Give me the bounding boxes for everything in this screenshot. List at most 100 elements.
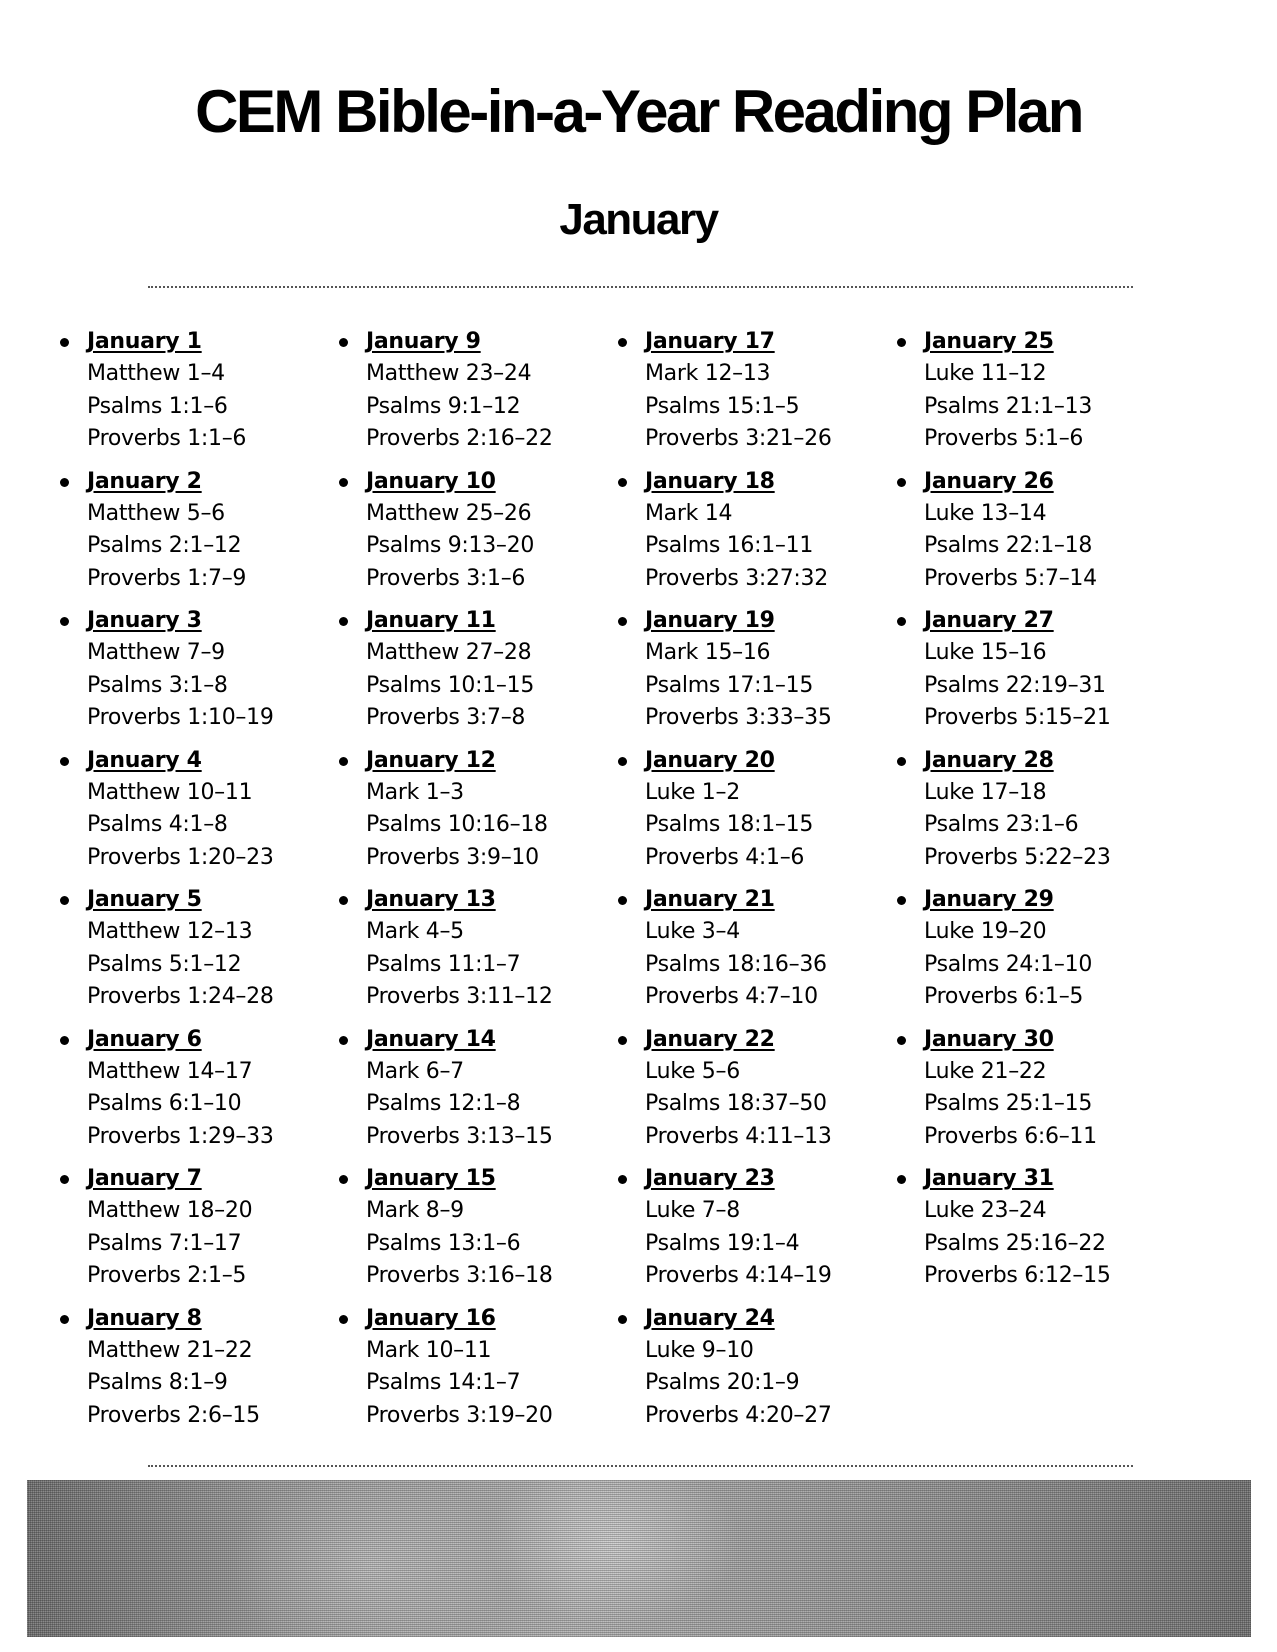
reading-passage: Psalms 7:1–17 [87, 1230, 242, 1256]
reading-passage: Proverbs 1:24–28 [87, 984, 274, 1009]
day-link[interactable]: January 23 [645, 1163, 896, 1195]
reading-passage: Matthew 12–13 [87, 919, 253, 944]
reading-passage: Luke 21–22 [924, 1058, 1047, 1084]
bullet-icon [339, 896, 348, 905]
day-entry: January 27 Luke 15–16 Psalms 22:19–31 Prove… [895, 605, 1175, 736]
day-link[interactable]: January 24 [645, 1303, 896, 1335]
day-link[interactable]: January 18 [645, 466, 896, 498]
reading-passage: Psalms 10:1–15 [366, 672, 535, 698]
reading-passage: Psalms 4:1–8 [87, 812, 228, 837]
day-link[interactable]: January 11 [366, 605, 617, 637]
reading-passage: Matthew 18–20 [87, 1198, 253, 1223]
reading-passage: Psalms 9:1–12 [366, 393, 521, 419]
day-link[interactable]: January 12 [366, 745, 617, 777]
reading-passage: Proverbs 6:12–15 [924, 1263, 1111, 1288]
reading-passage: Proverbs 3:19–20 [366, 1402, 553, 1428]
day-entry: January 13 Mark 4–5 Psalms 11:1–7 Proverbs … [337, 884, 617, 1015]
day-link[interactable]: January 7 [87, 1163, 338, 1195]
day-link[interactable]: January 3 [87, 605, 338, 637]
reading-passage: Psalms 22:19–31 [924, 672, 1106, 698]
reading-passage: Proverbs 5:1–6 [924, 426, 1084, 451]
reading-passage: Matthew 25–26 [366, 500, 532, 526]
bullet-icon [60, 1035, 69, 1045]
day-link[interactable]: January 4 [87, 745, 338, 777]
day-link[interactable]: January 26 [924, 466, 1175, 498]
reading-passage: Psalms 23:1–6 [924, 812, 1079, 837]
day-link[interactable]: January 15 [366, 1163, 617, 1195]
day-link[interactable]: January 5 [87, 884, 338, 916]
bullet-icon [339, 617, 348, 626]
reading-passage: Psalms 18:1–15 [645, 812, 814, 837]
day-link[interactable]: January 17 [645, 326, 896, 358]
reading-passage: Mark 8–9 [366, 1198, 464, 1223]
day-link[interactable]: January 20 [645, 745, 896, 777]
day-entry: January 31 Luke 23–24 Psalms 25:16–22 Prove… [895, 1163, 1175, 1294]
day-link[interactable]: January 25 [924, 326, 1175, 358]
day-entry: January 4 Matthew 10–11 Psalms 4:1–8 Prover… [58, 745, 338, 876]
day-link[interactable]: January 22 [645, 1024, 896, 1056]
day-entry: January 22 Luke 5–6 Psalms 18:37–50 Proverb… [616, 1024, 896, 1155]
reading-passage: Psalms 2:1–12 [87, 533, 242, 558]
reading-passage: Matthew 27–28 [366, 640, 532, 665]
footer-banner-image [27, 1480, 1251, 1637]
day-link[interactable]: January 1 [87, 326, 338, 358]
bottom-divider [148, 1465, 1133, 1467]
day-link[interactable]: January 16 [366, 1303, 617, 1335]
reading-passage: Mark 6–7 [366, 1058, 464, 1084]
bullet-icon [618, 896, 627, 905]
day-link[interactable]: January 10 [366, 466, 617, 498]
day-link[interactable]: January 13 [366, 884, 617, 916]
day-link[interactable]: January 29 [924, 884, 1175, 916]
day-link[interactable]: January 19 [645, 605, 896, 637]
day-entry: January 20 Luke 1–2 Psalms 18:1–15 Proverbs… [616, 745, 896, 876]
bullet-icon [618, 1035, 627, 1045]
day-link[interactable]: January 30 [924, 1024, 1175, 1056]
reading-passage: Proverbs 4:7–10 [645, 984, 818, 1009]
day-entry: January 11 Matthew 27–28 Psalms 10:1–15 Pro… [337, 605, 617, 736]
reading-passage: Luke 13–14 [924, 500, 1047, 526]
day-entry: January 23 Luke 7–8 Psalms 19:1–4 Proverbs … [616, 1163, 896, 1294]
bullet-icon [897, 896, 906, 905]
day-link[interactable]: January 31 [924, 1163, 1175, 1195]
day-link[interactable]: January 28 [924, 745, 1175, 777]
reading-passage: Psalms 21:1–13 [924, 393, 1093, 419]
reading-passage: Psalms 16:1–11 [645, 533, 814, 558]
day-link[interactable]: January 14 [366, 1024, 617, 1056]
reading-passage: Proverbs 4:14–19 [645, 1263, 832, 1288]
day-link[interactable]: January 6 [87, 1024, 338, 1056]
reading-passage: Proverbs 2:6–15 [87, 1402, 260, 1428]
column-1: January 1 Matthew 1–4 Psalms 1:1–6 Proverbs… [58, 326, 338, 1442]
reading-passage: Luke 11–12 [924, 361, 1047, 386]
reading-passage: Proverbs 1:29–33 [87, 1123, 274, 1149]
day-list: January 1 Matthew 1–4 Psalms 1:1–6 Proverbs… [58, 326, 338, 1434]
bullet-icon [60, 338, 69, 347]
reading-passage: Psalms 5:1–12 [87, 951, 242, 977]
day-link[interactable]: January 27 [924, 605, 1175, 637]
reading-passage: Psalms 11:1–7 [366, 951, 521, 977]
bullet-icon [618, 1175, 627, 1184]
reading-passage: Mark 14 [645, 500, 733, 526]
day-link[interactable]: January 8 [87, 1303, 338, 1335]
bullet-icon [339, 1035, 348, 1045]
day-link[interactable]: January 2 [87, 466, 338, 498]
reading-passage: Psalms 25:16–22 [924, 1230, 1106, 1256]
reading-passage: Luke 1–2 [645, 779, 740, 805]
reading-passage: Psalms 8:1–9 [87, 1370, 228, 1395]
reading-passage: Luke 19–20 [924, 919, 1047, 944]
reading-passage: Psalms 19:1–4 [645, 1230, 800, 1256]
top-divider [148, 286, 1133, 288]
reading-passage: Luke 3–4 [645, 919, 740, 944]
reading-passage: Luke 9–10 [645, 1337, 754, 1363]
reading-passage: Matthew 23–24 [366, 361, 532, 386]
day-link[interactable]: January 21 [645, 884, 896, 916]
reading-passage: Proverbs 3:33–35 [645, 705, 832, 730]
reading-passage: Psalms 25:1–15 [924, 1091, 1093, 1116]
reading-passage: Psalms 22:1–18 [924, 533, 1093, 558]
day-link[interactable]: January 9 [366, 326, 617, 358]
bullet-icon [60, 477, 69, 487]
day-entry: January 6 Matthew 14–17 Psalms 6:1–10 Prove… [58, 1024, 338, 1155]
reading-passage: Matthew 14–17 [87, 1058, 253, 1084]
reading-passage: Luke 7–8 [645, 1198, 740, 1223]
reading-passage: Luke 17–18 [924, 779, 1047, 805]
bullet-icon [339, 477, 348, 487]
